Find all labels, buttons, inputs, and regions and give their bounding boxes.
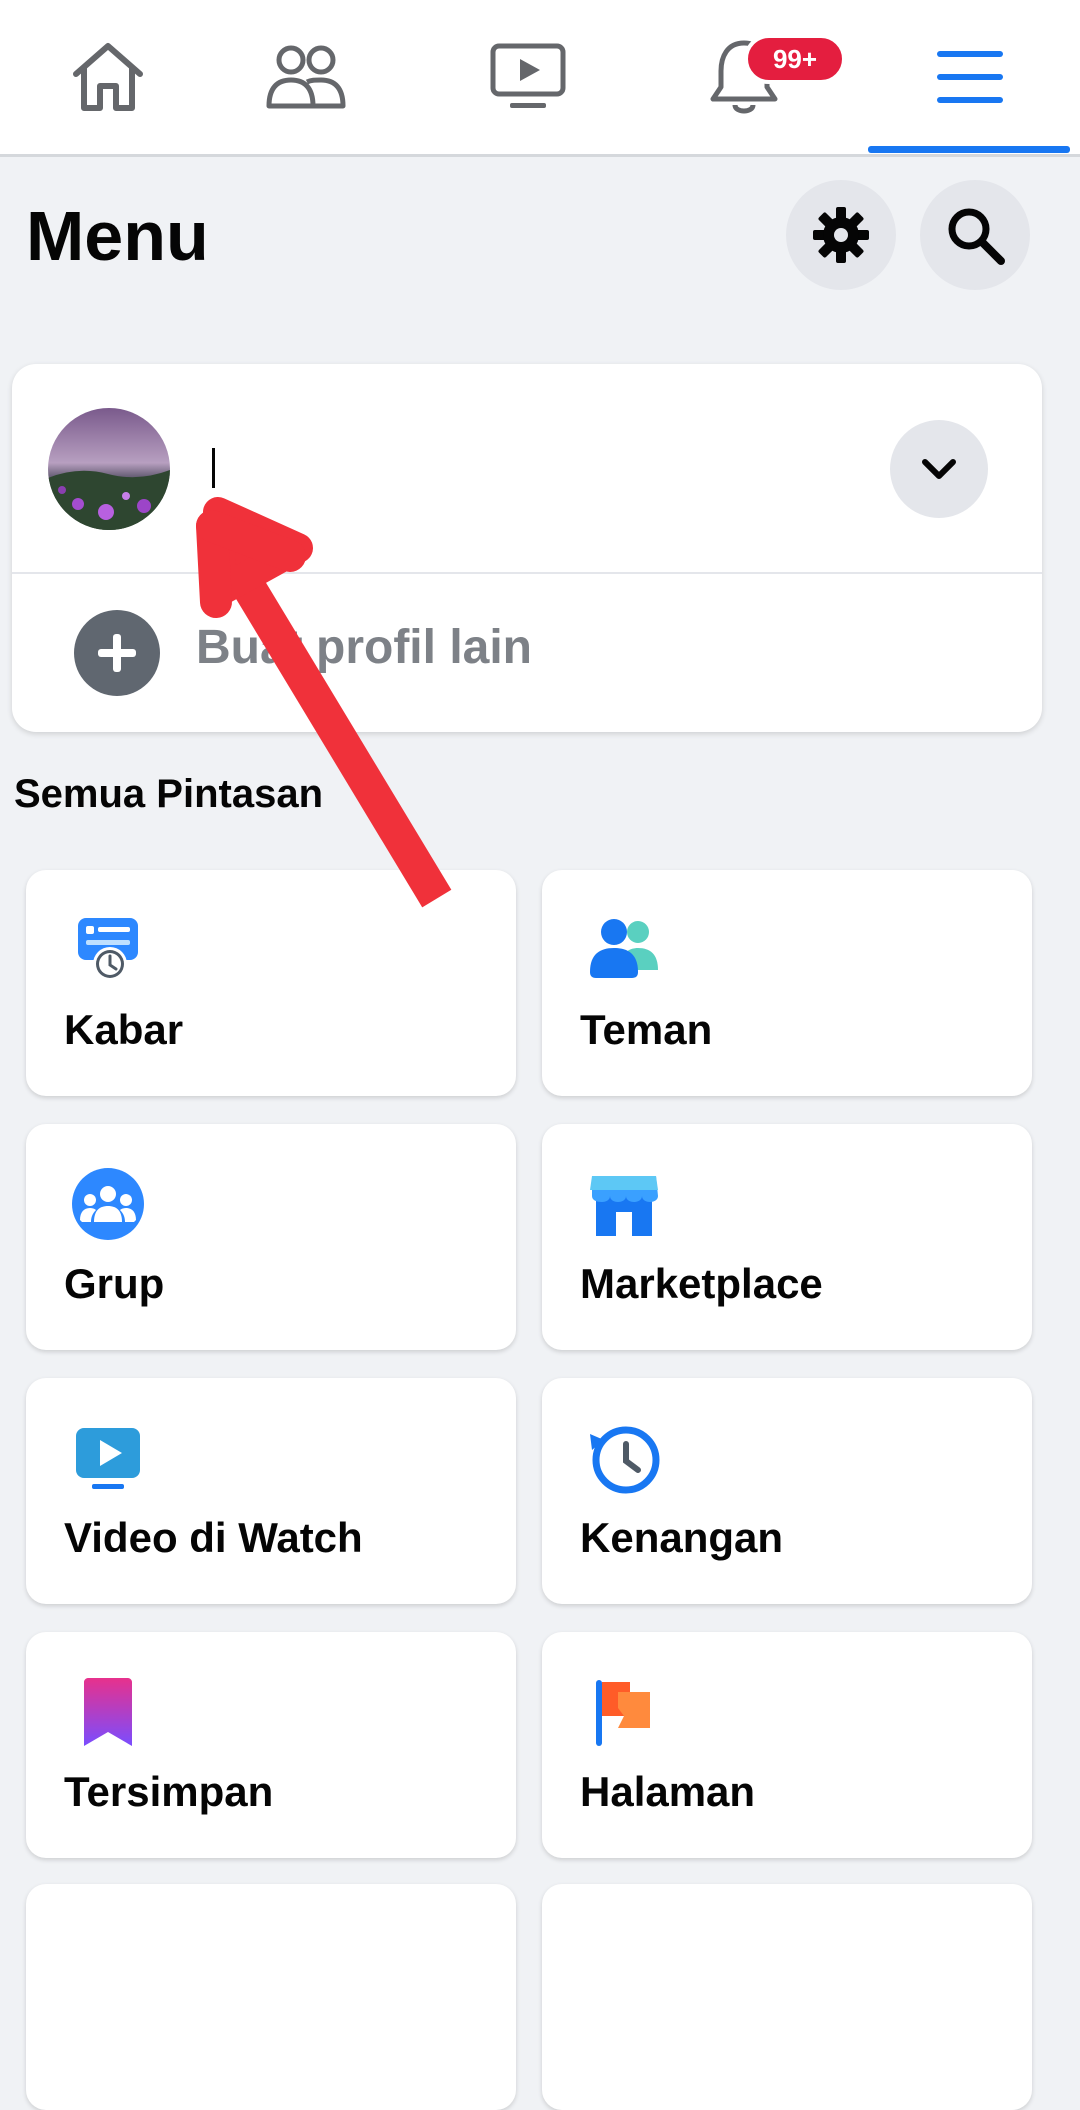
home-icon [73,43,143,111]
people-icon [266,45,346,109]
shortcut-label: Video di Watch [64,1514,363,1561]
shortcuts-section-title: Semua Pintasan [14,772,324,816]
search-button[interactable] [920,180,1030,290]
pages-flag-icon [596,1680,650,1746]
shortcut-partial-tile[interactable] [26,1884,516,2110]
nav-watch-button[interactable] [420,0,636,154]
feed-icon [78,918,138,981]
page-title: Menu [26,197,209,275]
shortcut-label: Halaman [580,1768,756,1815]
shortcut-label: Teman [580,1006,713,1053]
create-profile-label: Buat profil lain [196,621,532,674]
gear-icon [813,207,869,263]
profile-switch-button[interactable] [890,420,988,518]
shortcut-label: Marketplace [580,1260,823,1307]
hamburger-icon [937,51,1003,103]
chevron-down-icon [922,459,956,479]
shortcut-pages[interactable]: Halaman [542,1632,1032,1858]
top-navigation-bar: 99+ [0,0,1080,157]
shortcut-friends[interactable]: Teman [542,870,1032,1096]
shortcut-feed[interactable]: Kabar [26,870,516,1096]
watch-video-icon [76,1428,140,1489]
shortcut-groups[interactable]: Grup [26,1124,516,1350]
shortcut-label: Kabar [64,1006,184,1053]
create-profile-row[interactable]: Buat profil lain [12,574,1042,732]
saved-icon [84,1678,132,1746]
shortcut-partial-tile[interactable] [542,1884,1032,2110]
search-icon [948,208,1005,265]
marketplace-icon [590,1176,658,1236]
shortcut-memories[interactable]: Kenangan [542,1378,1032,1604]
nav-menu-button[interactable] [862,0,1078,154]
profile-name-text-cursor [212,448,215,488]
nav-home-button[interactable] [0,0,216,154]
friends-icon [590,919,658,978]
shortcut-label: Kenangan [580,1514,784,1561]
notification-badge: 99+ [744,34,846,84]
memories-icon [590,1426,660,1494]
shortcut-marketplace[interactable]: Marketplace [542,1124,1032,1350]
profile-card: Buat profil lain [12,364,1042,732]
shortcut-saved[interactable]: Tersimpan [26,1632,516,1858]
shortcut-label: Tersimpan [64,1768,274,1815]
nav-friends-button[interactable] [198,0,414,154]
active-tab-indicator [868,146,1070,153]
shortcut-watch-video[interactable]: Video di Watch [26,1378,516,1604]
avatar[interactable] [48,408,170,530]
shortcut-label: Grup [64,1260,165,1307]
settings-button[interactable] [786,180,896,290]
groups-icon [72,1168,144,1240]
plus-circle-icon [74,610,160,696]
video-icon [490,43,566,108]
